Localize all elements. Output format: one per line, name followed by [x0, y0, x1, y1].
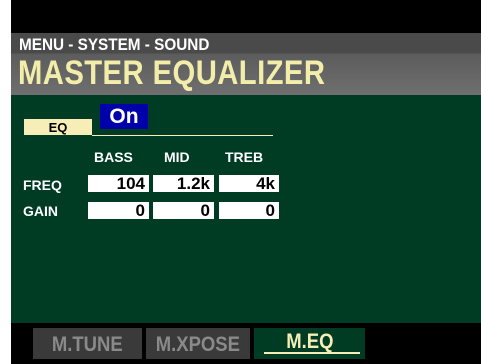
freq-treb-value[interactable]: 4k: [219, 175, 279, 193]
breadcrumb: MENU - SYSTEM - SOUND: [19, 35, 210, 54]
main-panel: EQ On BASS MID TREB FREQ 104 1.2k 4k GAI…: [11, 95, 481, 323]
freq-bass-value[interactable]: 104: [88, 175, 149, 193]
gain-mid-value[interactable]: 0: [153, 202, 214, 220]
gain-bass-value[interactable]: 0: [88, 202, 149, 220]
column-header-bass: BASS: [94, 149, 133, 165]
column-header-treb: TREB: [225, 149, 264, 165]
tab-m-tune-label: M.TUNE: [52, 333, 123, 356]
active-tab-underline: [264, 352, 360, 354]
freq-mid-value[interactable]: 1.2k: [153, 175, 214, 193]
tab-m-xpose-label: M.XPOSE: [155, 333, 241, 356]
gain-treb-value[interactable]: 0: [219, 202, 279, 220]
eq-value[interactable]: On: [100, 104, 148, 129]
page-title: MASTER EQUALIZER: [18, 54, 326, 92]
header: MENU - SYSTEM - SOUND MASTER EQUALIZER: [11, 33, 481, 95]
row-label-freq: FREQ: [23, 177, 62, 193]
column-header-mid: MID: [164, 149, 190, 165]
top-border: [11, 0, 481, 33]
tab-m-tune[interactable]: M.TUNE: [33, 328, 142, 359]
tab-bar: M.TUNE M.XPOSE M.EQ: [11, 323, 481, 364]
tab-m-xpose[interactable]: M.XPOSE: [146, 328, 250, 359]
display-screen: MENU - SYSTEM - SOUND MASTER EQUALIZER E…: [0, 0, 481, 364]
eq-label: EQ: [24, 119, 92, 135]
eq-divider: [92, 135, 273, 136]
row-label-gain: GAIN: [23, 203, 58, 219]
tab-m-eq[interactable]: M.EQ: [254, 328, 365, 359]
